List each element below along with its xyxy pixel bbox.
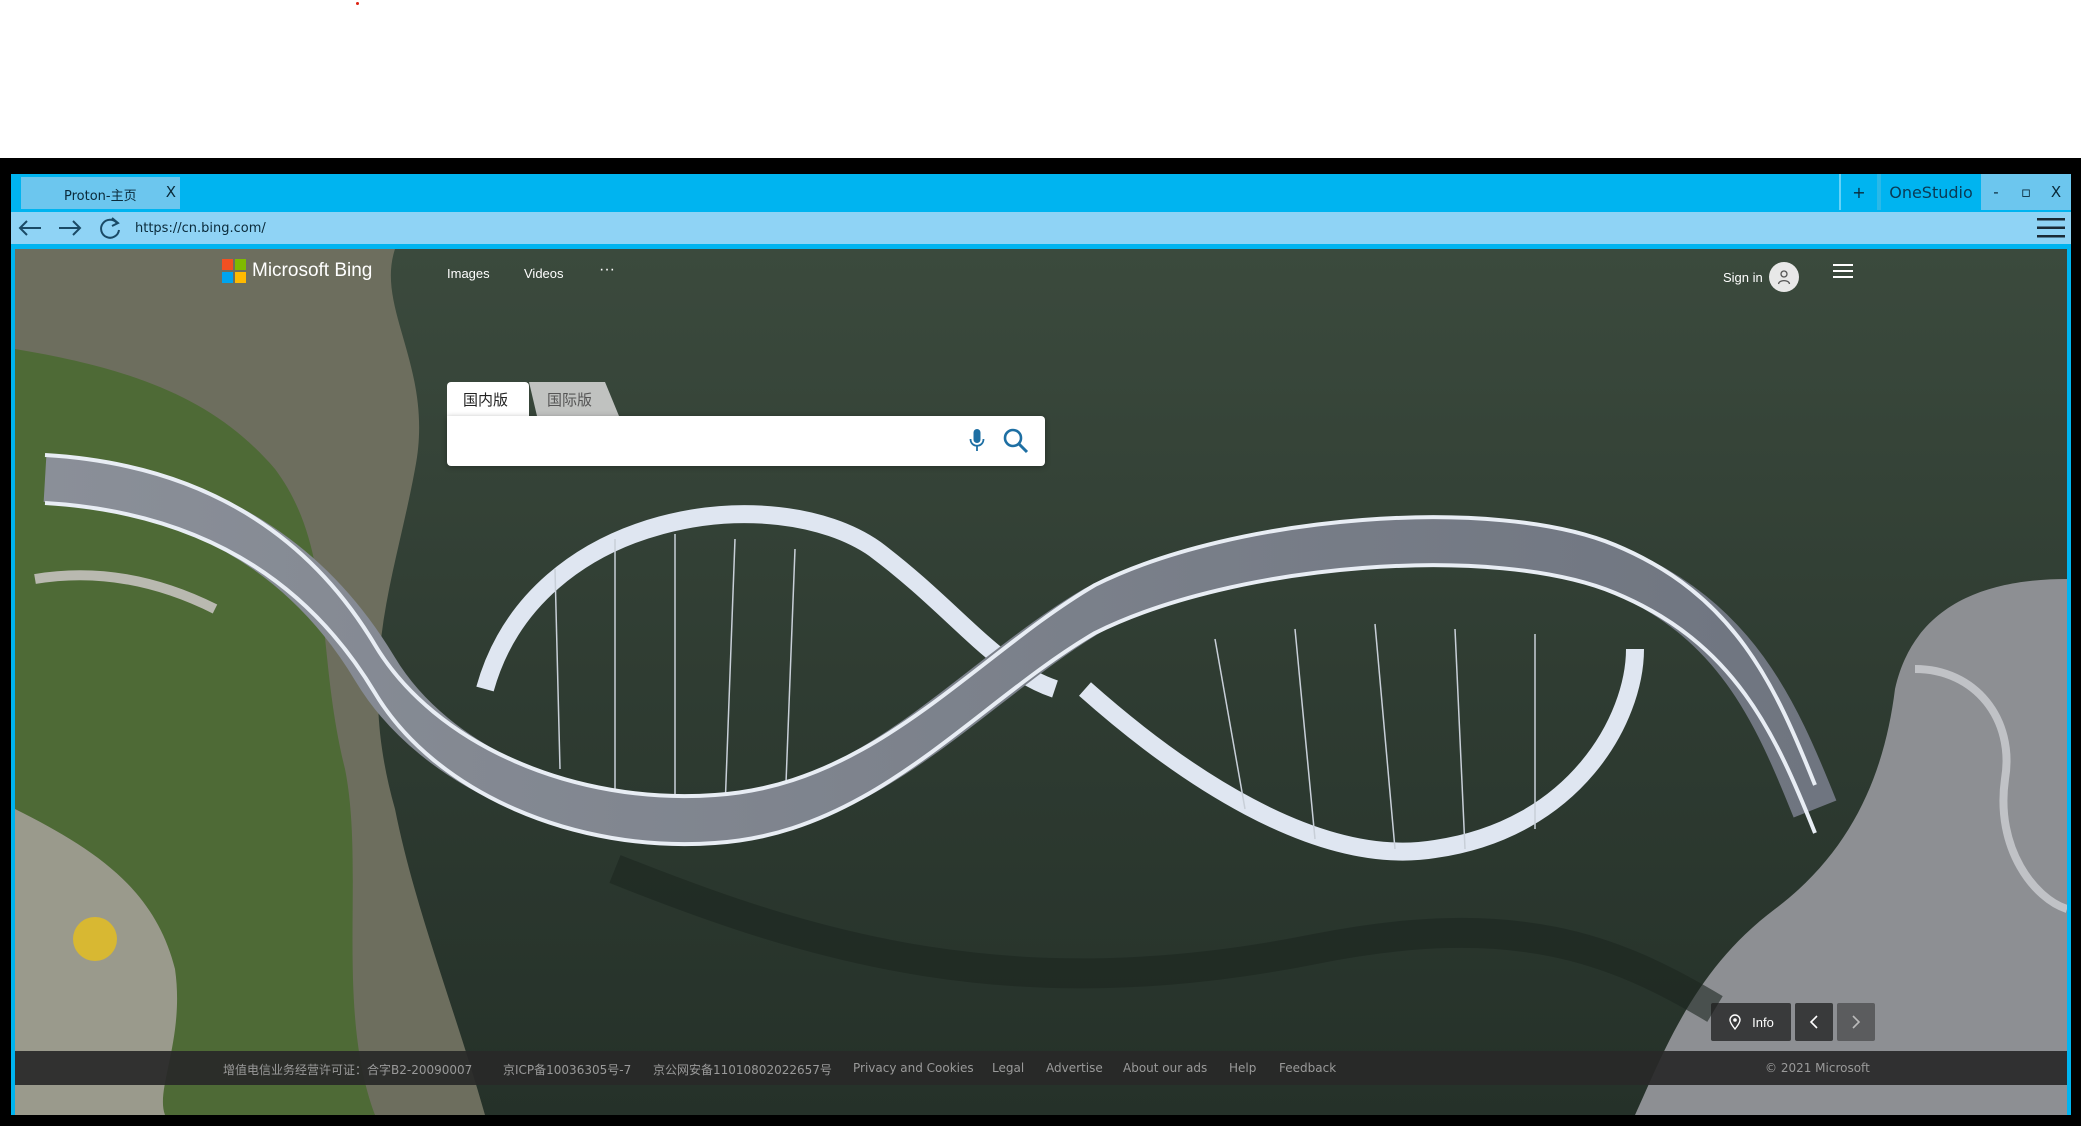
footer-feedback[interactable]: Feedback [1279, 1061, 1336, 1075]
browser-tab[interactable]: Proton-主页 X [21, 177, 180, 209]
forward-arrow-icon[interactable] [55, 215, 85, 241]
bing-homepage: Microsoft Bing Images Videos ··· Sign in [15, 249, 2067, 1115]
sign-in-button[interactable]: Sign in [1723, 262, 1799, 292]
logo-text: Microsoft Bing [252, 260, 373, 281]
browser-window: Proton-主页 X + OneStudio - ▫ X https://cn… [11, 174, 2071, 1115]
refresh-icon[interactable] [95, 215, 125, 241]
chevron-left-icon [1809, 1015, 1818, 1029]
tab-bar: Proton-主页 X + OneStudio - ▫ X [11, 174, 2071, 210]
footer-about-ads[interactable]: About our ads [1123, 1061, 1207, 1075]
tab-domestic[interactable]: 国内版 [447, 382, 529, 416]
new-tab-button[interactable]: + [1841, 174, 1877, 210]
back-arrow-icon[interactable] [15, 215, 45, 241]
url-input[interactable] [133, 215, 2042, 241]
chevron-right-icon [1852, 1015, 1861, 1029]
microsoft-logo-icon [222, 259, 246, 283]
user-icon [1768, 262, 1799, 292]
footer-copyright: © 2021 Microsoft [1765, 1061, 1870, 1075]
hamburger-menu-icon[interactable] [2037, 215, 2065, 241]
footer-privacy[interactable]: Privacy and Cookies [853, 1061, 974, 1075]
location-pin-icon [1729, 1014, 1741, 1030]
info-label: Info [1752, 1014, 1774, 1030]
address-bar [11, 212, 2071, 244]
restore-button[interactable]: ▫ [2011, 174, 2041, 210]
next-image-button[interactable] [1837, 1003, 1875, 1041]
screen-artifact-dot [356, 2, 359, 5]
nav-videos[interactable]: Videos [524, 266, 564, 281]
search-box [447, 416, 1045, 466]
footer-advertise[interactable]: Advertise [1046, 1061, 1103, 1075]
footer-license[interactable]: 增值电信业务经营许可证：合字B2-20090007 [223, 1061, 472, 1078]
previous-image-button[interactable] [1795, 1003, 1833, 1041]
tab-close-button[interactable]: X [166, 183, 176, 201]
info-button[interactable]: Info [1711, 1003, 1791, 1041]
footer-help[interactable]: Help [1229, 1061, 1256, 1075]
nav-more[interactable]: ··· [599, 261, 615, 279]
footer-police-record[interactable]: 京公网安备11010802022657号 [653, 1061, 832, 1078]
search-icon[interactable] [1002, 427, 1030, 455]
microsoft-bing-logo[interactable]: Microsoft Bing [222, 259, 372, 283]
footer-legal[interactable]: Legal [992, 1061, 1024, 1075]
bing-header: Microsoft Bing Images Videos ··· Sign in [15, 249, 2067, 299]
app-brand-label: OneStudio [1881, 174, 1981, 210]
image-info-controls: Info [1711, 1003, 1875, 1041]
minimize-button[interactable]: - [1981, 174, 2011, 210]
page-footer: 增值电信业务经营许可证：合字B2-20090007 京ICP备10036305号… [15, 1051, 2067, 1085]
hamburger-menu-icon[interactable] [1833, 263, 1853, 279]
nav-images[interactable]: Images [447, 266, 490, 281]
tab-title: Proton-主页 [64, 189, 137, 204]
microphone-icon[interactable] [969, 428, 985, 454]
background-image [15, 249, 2067, 1115]
close-window-button[interactable]: X [2041, 174, 2071, 210]
sign-in-label: Sign in [1723, 269, 1763, 285]
tab-international[interactable]: 国际版 [531, 382, 613, 416]
search-input[interactable] [461, 424, 945, 460]
footer-icp[interactable]: 京ICP备10036305号-7 [503, 1061, 631, 1078]
